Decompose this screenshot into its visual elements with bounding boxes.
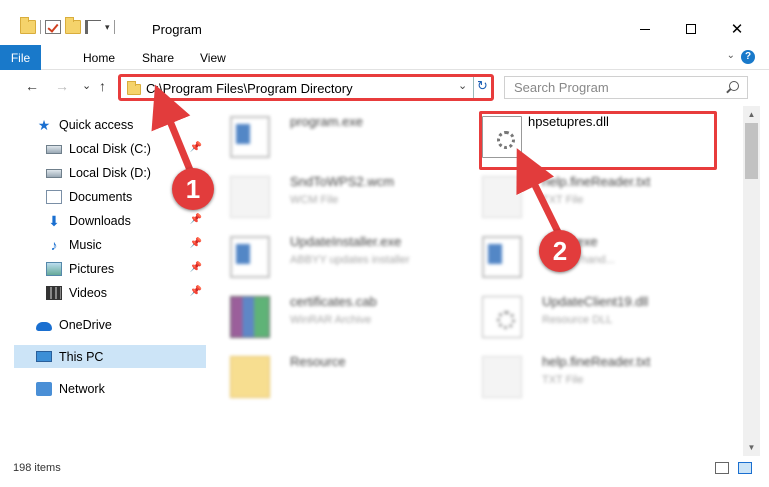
arrow-step-2: [516, 148, 562, 234]
step-1-badge: 1: [172, 168, 214, 210]
arrow-step-1: [151, 84, 194, 172]
annotation-arrows: [151, 84, 562, 234]
step-2-badge: 2: [539, 230, 581, 272]
